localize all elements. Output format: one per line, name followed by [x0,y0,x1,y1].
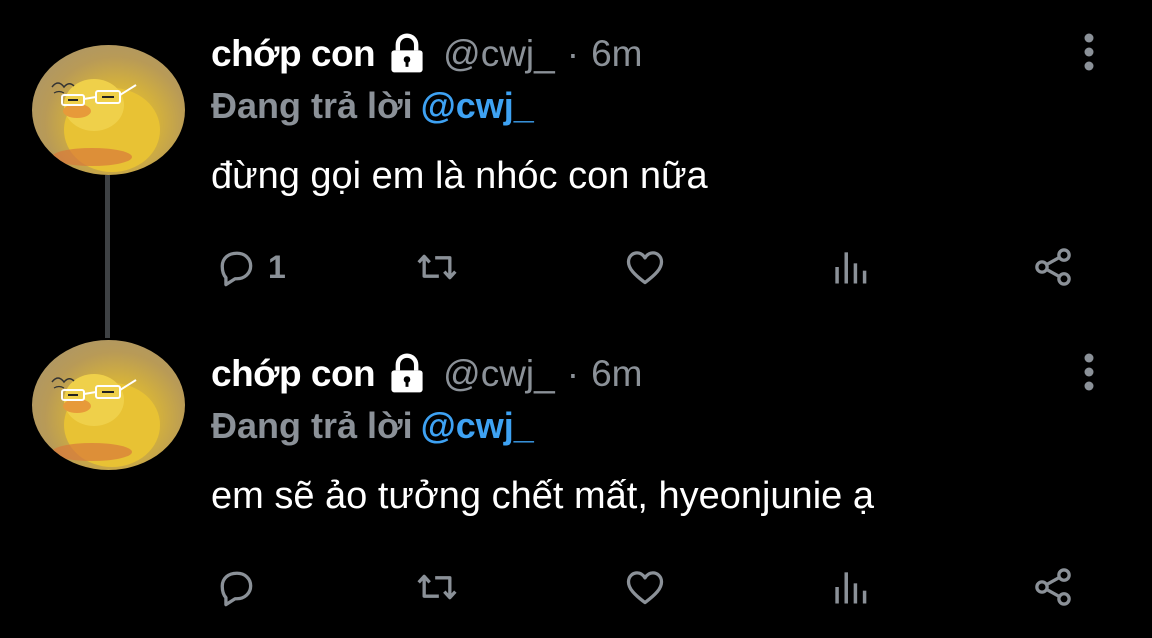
display-name[interactable]: chớp con [211,33,376,75]
duck-avatar-image [51,79,160,172]
replying-to: Đang trả lời @cwj_ [211,85,534,127]
reply-count: 1 [268,248,286,285]
heart-icon [626,571,664,605]
tweet[interactable]: chớp con @cwj_ · 6m Đang trả lời @cwj_ đừ… [0,0,1152,318]
share-button[interactable] [1031,563,1075,611]
view-stats-button[interactable] [828,563,872,611]
avatar[interactable] [32,45,185,175]
user-handle[interactable]: @cwj_ [443,353,555,395]
retweet-button[interactable] [415,563,459,611]
tweet-actions: 1 [0,243,1152,291]
like-button[interactable] [623,563,667,611]
tweet-header: chớp con @cwj_ · 6m [211,30,642,78]
lock-icon [385,352,429,396]
like-button[interactable] [623,243,667,291]
heart-icon [626,251,664,285]
retweet-icon [417,574,457,600]
retweet-icon [417,254,457,280]
replying-to-label: Đang trả lời [211,85,413,126]
reply-button[interactable] [214,563,268,611]
timestamp[interactable]: 6m [591,33,642,75]
replying-to-handle-link[interactable]: @cwj_ [421,405,534,446]
replying-to: Đang trả lời @cwj_ [211,405,534,447]
stats-icon [835,252,867,284]
tweet-text: đừng gọi em là nhóc con nữa [211,155,708,197]
duck-avatar-image [51,374,160,467]
lock-icon [385,32,429,76]
replying-to-label: Đang trả lời [211,405,413,446]
tweet-text: em sẽ ảo tưởng chết mất, hyeonjunie ạ [211,475,874,517]
more-options-icon[interactable] [1077,32,1101,72]
avatar[interactable] [32,340,185,470]
retweet-button[interactable] [415,243,459,291]
user-handle[interactable]: @cwj_ [443,33,555,75]
separator-dot: · [566,353,580,394]
tweet-header: chớp con @cwj_ · 6m [211,350,642,398]
tweet[interactable]: chớp con @cwj_ · 6m Đang trả lời @cwj_ em… [0,320,1152,638]
reply-icon [220,251,253,287]
share-icon [1035,568,1071,606]
view-stats-button[interactable] [828,243,872,291]
share-icon [1035,248,1071,286]
more-options-icon[interactable] [1077,352,1101,392]
stats-icon [835,572,867,604]
reply-icon [220,571,253,607]
share-button[interactable] [1031,243,1075,291]
tweet-actions [0,563,1152,611]
reply-button[interactable]: 1 [214,243,286,291]
display-name[interactable]: chớp con [211,353,376,395]
timestamp[interactable]: 6m [591,353,642,395]
separator-dot: · [566,33,580,74]
replying-to-handle-link[interactable]: @cwj_ [421,85,534,126]
